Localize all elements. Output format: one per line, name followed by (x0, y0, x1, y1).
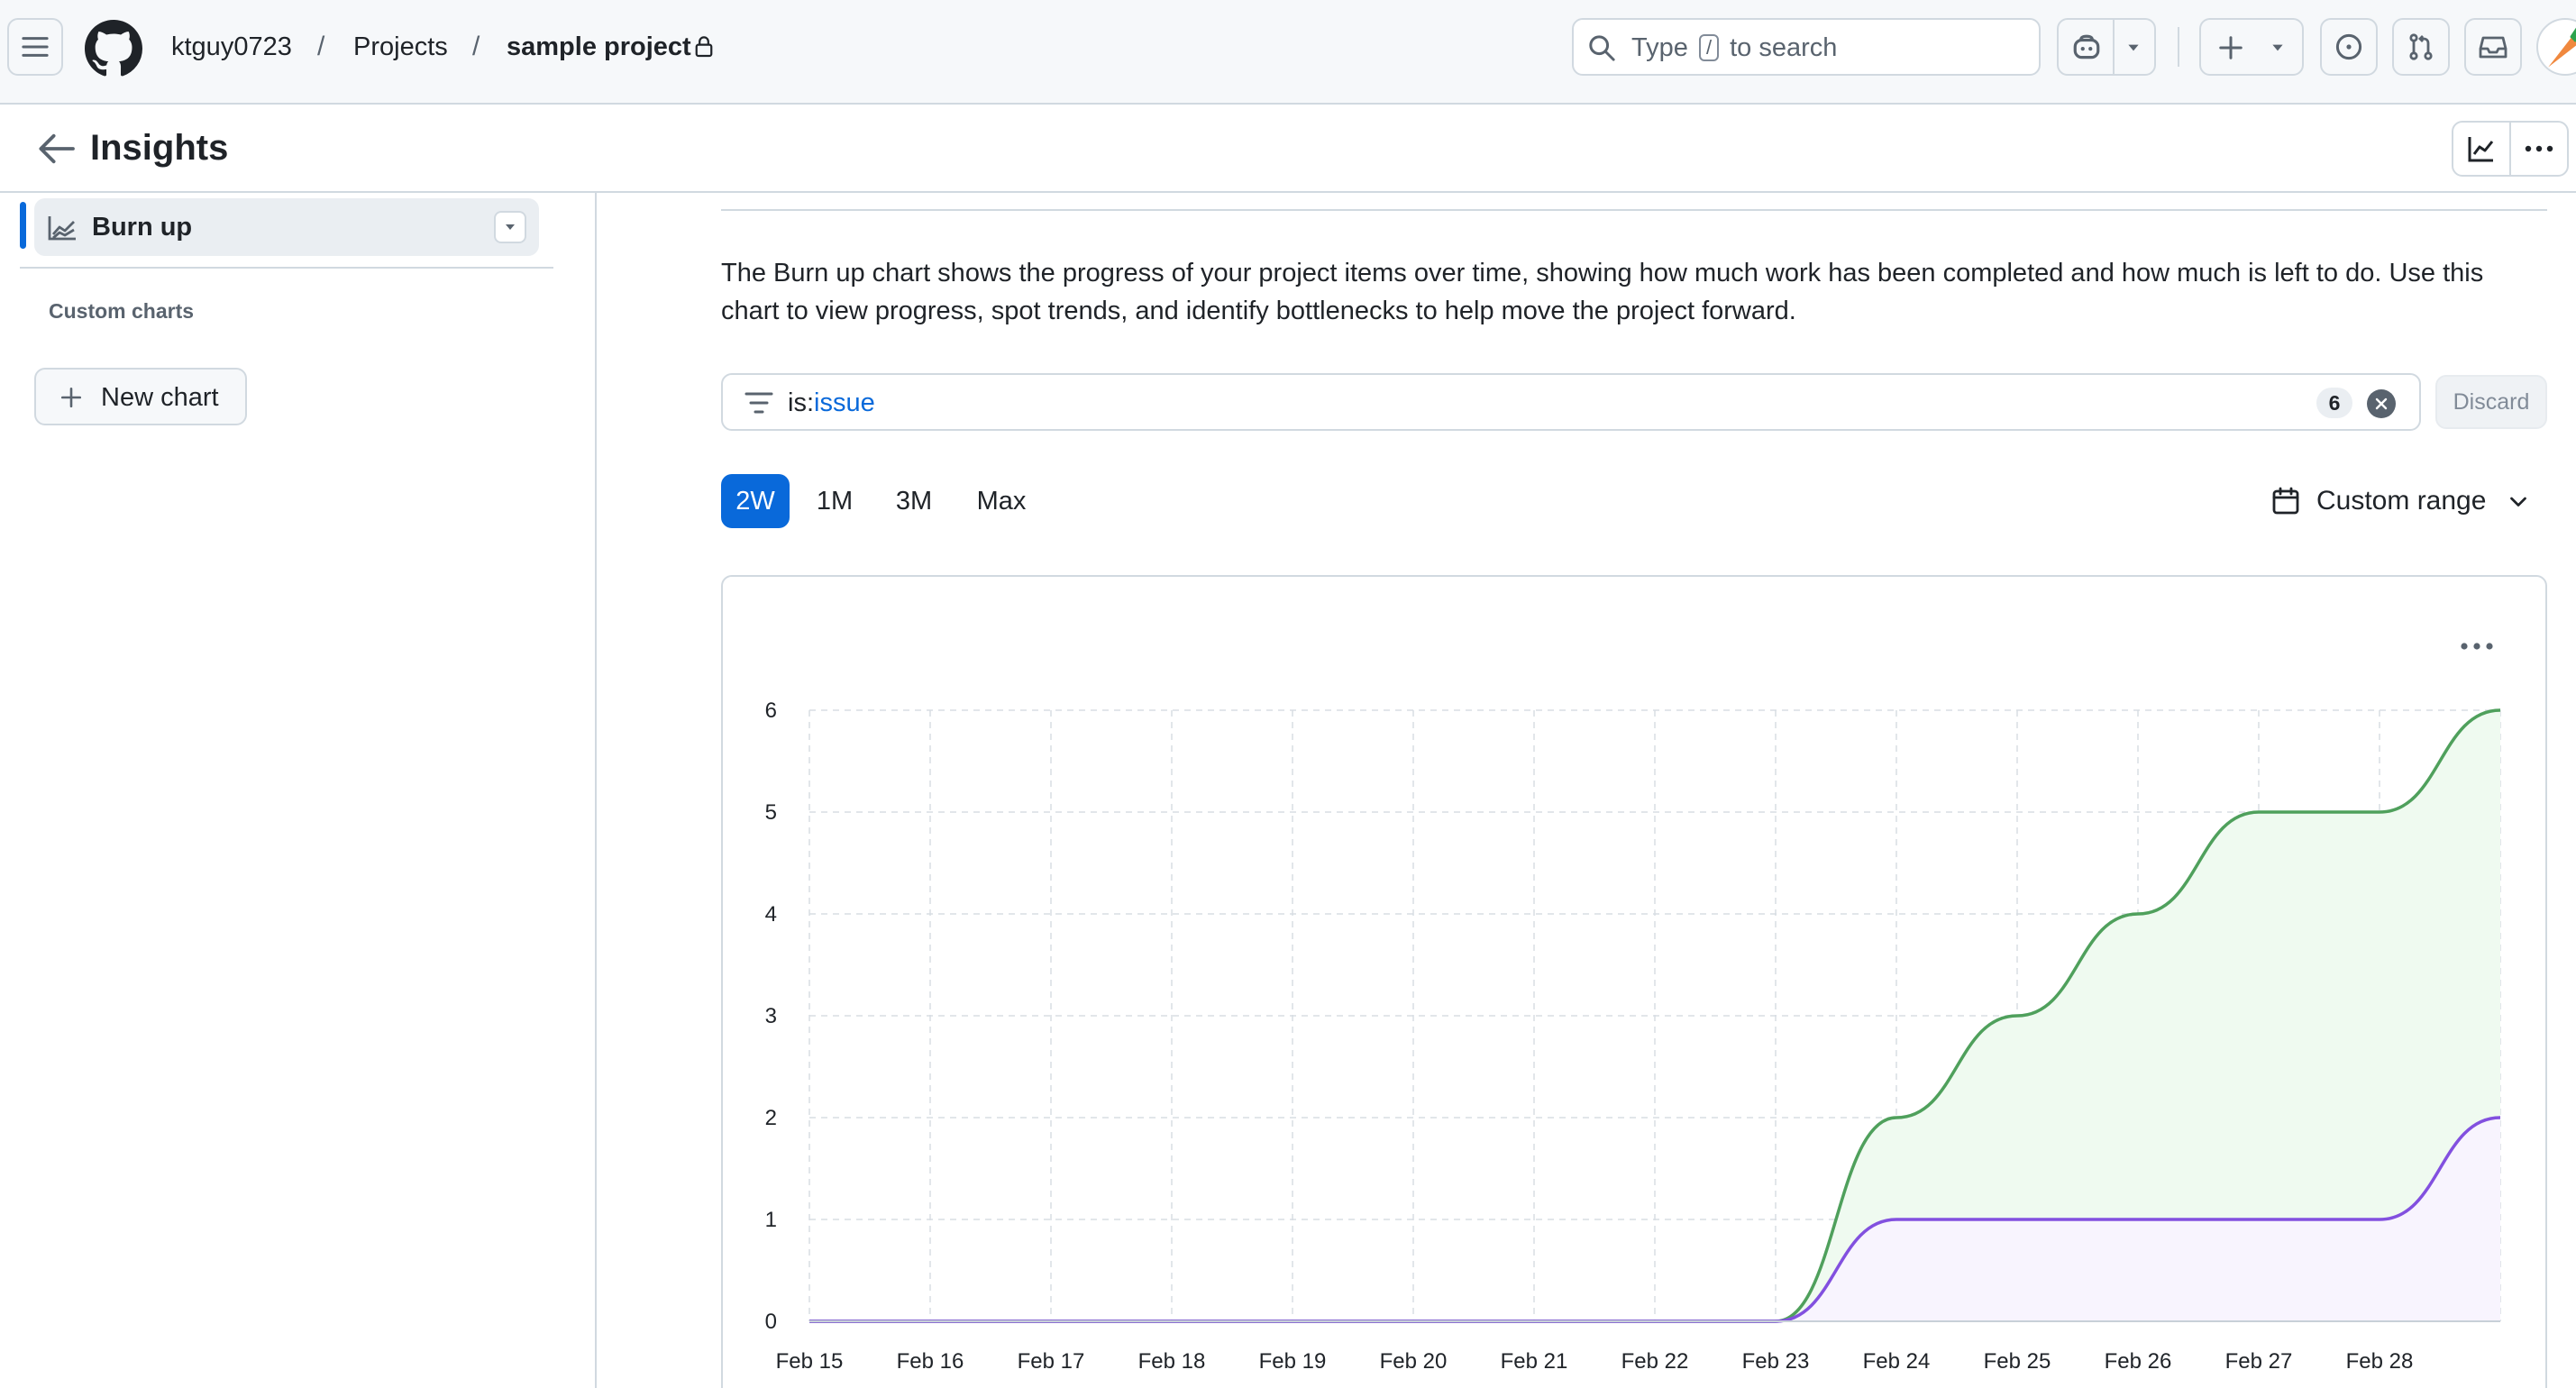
chart-card: 0 1 2 3 4 5 6 Feb 15 Feb 16 Feb 17 Feb 18 Feb 19 Feb… (721, 575, 2547, 1388)
filter-query: is:issue (788, 388, 875, 418)
breadcrumb-separator: / (472, 32, 480, 61)
x-tick-label: Feb 18 (1138, 1349, 1206, 1374)
create-new-button[interactable] (2199, 18, 2304, 76)
triangle-down-icon (2128, 44, 2139, 51)
search-shortcut-key: / (1698, 34, 1720, 61)
issue-opened-icon (2335, 33, 2362, 60)
search-icon (1589, 35, 1615, 61)
git-pull-request-icon (2409, 33, 2433, 60)
discard-button[interactable]: Discard (2435, 375, 2547, 429)
copilot-icon (2073, 34, 2100, 59)
plus-icon (60, 387, 82, 408)
y-tick-label: 3 (765, 1004, 777, 1028)
results-count-badge: 6 (2316, 388, 2352, 418)
y-tick-label: 5 (765, 800, 777, 825)
breadcrumb-owner[interactable]: ktguy0723 (171, 27, 292, 67)
search-input[interactable]: Type / to search (1572, 18, 2041, 76)
x-tick-label: Feb 17 (1018, 1349, 1085, 1374)
clear-filter-button[interactable] (2367, 389, 2396, 418)
more-options-button[interactable] (2509, 121, 2569, 177)
y-tick-label: 2 (765, 1106, 777, 1130)
x-tick-label: Feb 21 (1501, 1349, 1568, 1374)
chart-options-dropdown[interactable] (494, 211, 526, 243)
pull-requests-button[interactable] (2392, 18, 2450, 76)
x-icon (2375, 397, 2388, 410)
filter-icon (744, 392, 773, 414)
inbox-icon (2479, 36, 2507, 59)
new-chart-button[interactable]: New chart (34, 368, 247, 425)
x-tick-label: Feb 24 (1863, 1349, 1931, 1374)
search-placeholder: Type / to search (1631, 31, 1837, 65)
issues-button[interactable] (2320, 18, 2378, 76)
global-header: ktguy0723 / Projects / sample project Ty… (0, 0, 2576, 105)
copilot-button[interactable] (2057, 18, 2156, 76)
breadcrumb-project[interactable]: sample project (507, 27, 691, 67)
page-title: Insights (90, 128, 229, 168)
x-tick-label: Feb 16 (897, 1349, 964, 1374)
user-avatar[interactable] (2536, 18, 2576, 76)
custom-charts-heading: Custom charts (49, 299, 195, 323)
hamburger-icon (22, 37, 49, 57)
y-tick-label: 0 (765, 1310, 777, 1334)
burnup-chart: 0 1 2 3 4 5 6 Feb 15 Feb 16 Feb 17 Feb 18 Feb 19 Feb… (765, 699, 2501, 1374)
range-2w-button[interactable]: 2W (721, 474, 790, 528)
github-logo-icon[interactable] (85, 20, 142, 78)
sidebar-divider (20, 267, 553, 269)
sidebar-item-label: Burn up (92, 213, 193, 242)
plus-icon (2219, 36, 2243, 59)
burnup-chart-icon (48, 216, 76, 241)
chart-description: The Burn up chart shows the progress of … (721, 259, 2484, 325)
copilot-divider (2113, 20, 2115, 74)
graph-icon (2468, 137, 2494, 162)
filter-qualifier: is: (788, 388, 814, 417)
sidebar-item-burn-up[interactable]: Burn up (34, 198, 539, 256)
active-indicator (20, 202, 26, 249)
y-tick-label: 4 (765, 902, 777, 927)
breadcrumb-projects[interactable]: Projects (353, 27, 448, 67)
range-1m-button[interactable]: 1M (800, 474, 869, 528)
x-tick-label: Feb 23 (1742, 1349, 1810, 1374)
y-tick-label: 1 (765, 1208, 777, 1232)
custom-range-button[interactable]: Custom range (2264, 474, 2538, 528)
range-max-button[interactable]: Max (961, 474, 1042, 528)
range-3m-button[interactable]: 3M (880, 474, 948, 528)
filter-value: issue (814, 388, 875, 417)
kebab-horizontal-icon (2525, 145, 2553, 152)
header-divider (2178, 27, 2179, 67)
y-tick-label: 6 (765, 699, 777, 723)
arrow-left-icon[interactable] (36, 132, 76, 166)
calendar-icon (2272, 487, 2299, 515)
custom-range-label: Custom range (2316, 486, 2487, 516)
menu-button[interactable] (7, 18, 63, 76)
chart-view-button[interactable] (2452, 121, 2511, 177)
x-tick-label: Feb 26 (2105, 1349, 2172, 1374)
new-chart-label: New chart (101, 383, 219, 412)
lock-icon (695, 36, 713, 58)
carrot-avatar-icon (2548, 27, 2576, 68)
x-tick-label: Feb 22 (1621, 1349, 1689, 1374)
x-tick-label: Feb 20 (1380, 1349, 1448, 1374)
triangle-down-icon (506, 224, 515, 230)
inbox-button[interactable] (2464, 18, 2522, 76)
search-suffix-label: to search (1730, 33, 1838, 62)
x-tick-label: Feb 27 (2225, 1349, 2293, 1374)
insights-sidebar: Burn up Custom charts New chart (0, 193, 597, 1388)
chevron-down-icon (2510, 497, 2526, 507)
filter-input[interactable]: is:issue 6 (721, 373, 2421, 431)
x-tick-label: Feb 25 (1984, 1349, 2051, 1374)
triangle-down-icon (2272, 44, 2283, 51)
breadcrumb-separator: / (317, 32, 325, 61)
x-tick-label: Feb 15 (776, 1349, 844, 1374)
x-tick-label: Feb 19 (1259, 1349, 1327, 1374)
search-type-label: Type (1631, 33, 1688, 62)
x-tick-label: Feb 28 (2346, 1349, 2414, 1374)
insights-header: Insights (0, 105, 2576, 193)
main-divider (721, 209, 2547, 211)
